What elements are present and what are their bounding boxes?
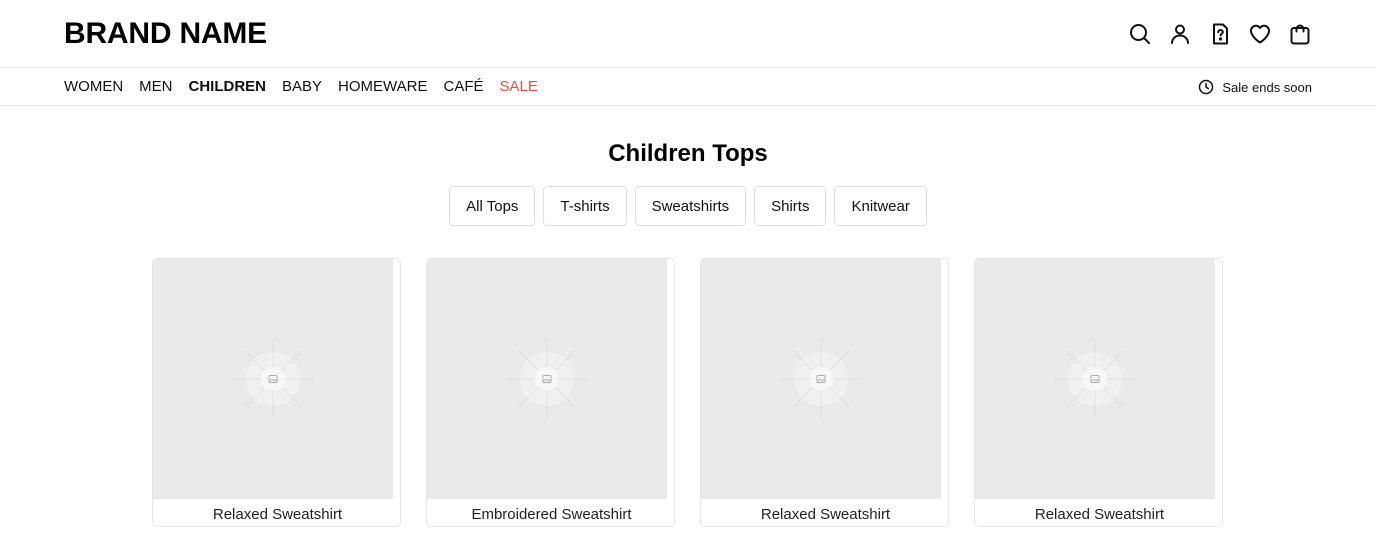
site-header: BRAND NAME (0, 0, 1376, 68)
product-image-placeholder (427, 259, 667, 499)
help-icon[interactable] (1208, 20, 1232, 48)
account-icon[interactable] (1168, 20, 1192, 48)
nav-item-baby[interactable]: BABY (282, 69, 322, 105)
image-placeholder-icon (233, 339, 313, 419)
filter-t-shirts[interactable]: T-shirts (543, 186, 627, 226)
wishlist-heart-icon[interactable] (1248, 20, 1272, 48)
image-placeholder-icon (781, 339, 861, 419)
sale-countdown: Sale ends soon (1198, 69, 1312, 105)
nav-item-men[interactable]: MEN (139, 69, 172, 105)
product-image-placeholder (701, 259, 941, 499)
product-image-placeholder (975, 259, 1215, 499)
nav-item-children[interactable]: CHILDREN (189, 69, 267, 105)
product-card[interactable]: Relaxed Sweatshirt (700, 258, 949, 527)
product-image-placeholder (153, 259, 393, 499)
filter-knitwear[interactable]: Knitwear (834, 186, 927, 226)
product-card[interactable]: Relaxed Sweatshirt (152, 258, 401, 527)
filter-shirts[interactable]: Shirts (754, 186, 827, 226)
shopping-bag-icon[interactable] (1288, 20, 1312, 48)
page-title: Children Tops (608, 140, 768, 167)
nav-item-cafe[interactable]: CAFÉ (444, 69, 484, 105)
image-placeholder-icon (1055, 339, 1135, 419)
filter-sweatshirts[interactable]: Sweatshirts (634, 186, 747, 226)
header-icons (1128, 20, 1312, 48)
brand-logo[interactable]: BRAND NAME (64, 16, 267, 52)
nav-items: WOMEN MEN CHILDREN BABY HOMEWARE CAFÉ SA… (64, 69, 538, 105)
product-name[interactable]: Relaxed Sweatshirt (701, 505, 948, 525)
product-card[interactable]: Relaxed Sweatshirt (974, 258, 1223, 527)
nav-item-women[interactable]: WOMEN (64, 69, 123, 105)
clock-icon (1199, 79, 1214, 95)
product-name[interactable]: Embroidered Sweatshirt (427, 505, 674, 525)
sale-note-text: Sale ends soon (1222, 79, 1312, 95)
filter-all-tops[interactable]: All Tops (449, 186, 536, 226)
search-icon[interactable] (1128, 20, 1152, 48)
category-filters: All Tops T-shirts Sweatshirts Shirts Kni… (0, 186, 1376, 226)
product-name[interactable]: Relaxed Sweatshirt (975, 505, 1222, 525)
product-grid: Relaxed Sweatshirt Embroidered Sweatshir… (152, 258, 1223, 527)
product-card[interactable]: Embroidered Sweatshirt (426, 258, 675, 527)
image-placeholder-icon (507, 339, 587, 419)
nav-item-sale[interactable]: SALE (500, 69, 538, 105)
nav-item-homeware[interactable]: HOMEWARE (338, 69, 427, 105)
product-name[interactable]: Relaxed Sweatshirt (153, 505, 400, 525)
main-nav: WOMEN MEN CHILDREN BABY HOMEWARE CAFÉ SA… (0, 69, 1376, 106)
